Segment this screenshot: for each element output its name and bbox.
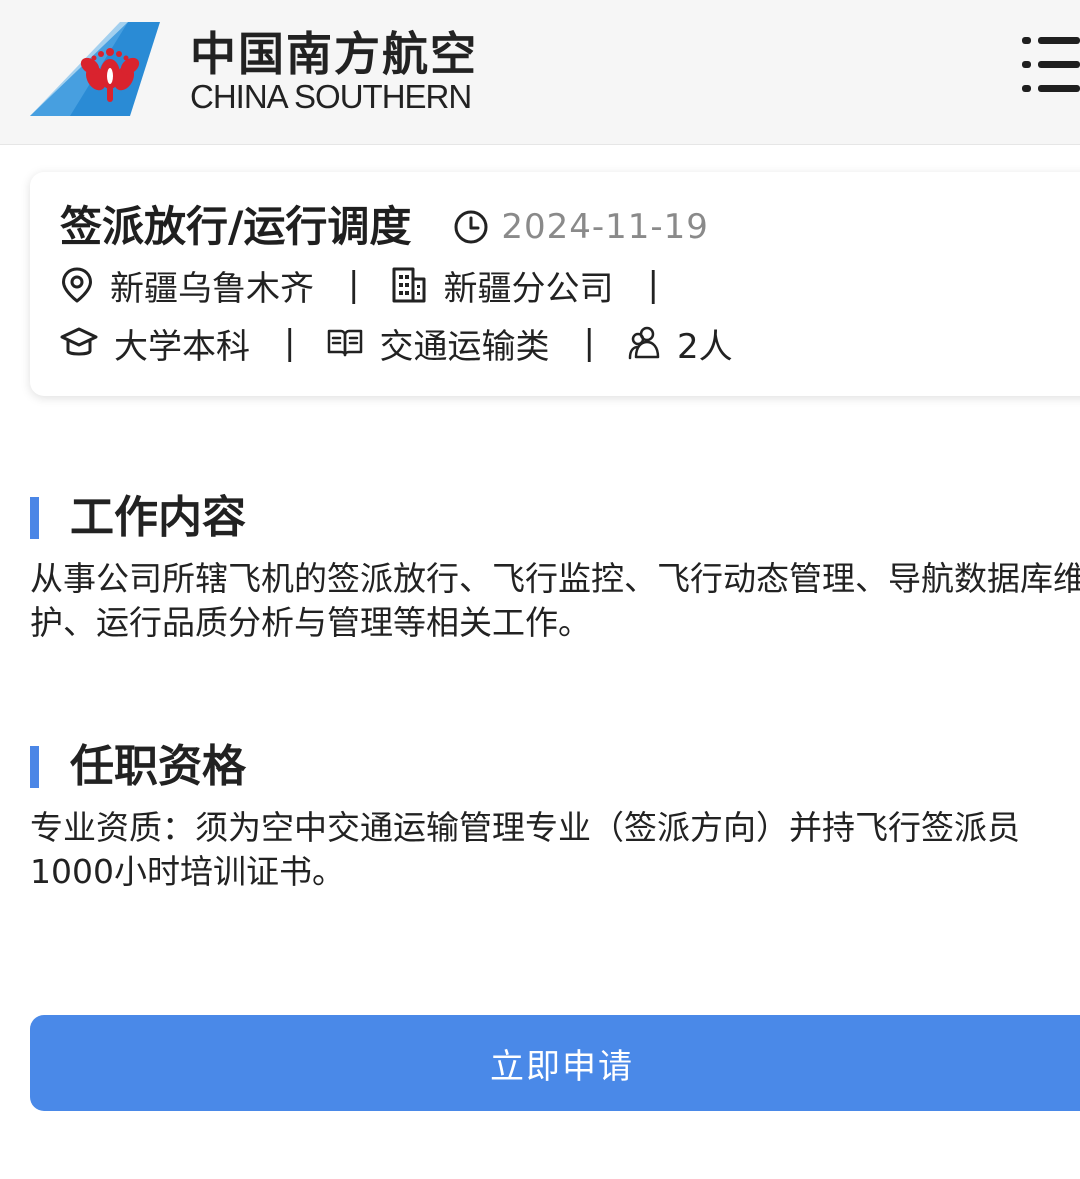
section-qualification-header: 任职资格	[30, 739, 246, 795]
job-company: 新疆分公司	[391, 261, 613, 310]
job-title-row: 签派放行/运行调度 2024-11-19	[60, 200, 709, 254]
post-date: 2024-11-19	[453, 207, 709, 247]
brand-name-english: CHINA SOUTHERN	[190, 78, 472, 115]
job-location: 新疆乌鲁木齐	[60, 261, 314, 310]
job-summary-card: 签派放行/运行调度 2024-11-19 新疆乌鲁木齐 | 新疆分公司 | 大学…	[30, 172, 1080, 396]
graduation-cap-icon	[60, 327, 98, 356]
job-title: 签派放行/运行调度	[60, 202, 412, 251]
book-icon	[328, 329, 363, 357]
job-location-row: 新疆乌鲁木齐 | 新疆分公司 |	[60, 261, 691, 310]
separator: |	[583, 323, 595, 363]
clock-icon	[454, 210, 488, 244]
job-company-text: 新疆分公司	[443, 268, 614, 309]
section-accent-bar	[30, 746, 39, 788]
kapok-flower-icon	[30, 22, 160, 116]
section-qualification-body: 专业资质：须为空中交通运输管理专业（签派方向）并持飞行签派员1000小时培训证书…	[30, 808, 1020, 891]
job-requirements-row: 大学本科 | 交通运输类 | 2人	[60, 319, 733, 368]
china-southern-logo[interactable]	[30, 22, 162, 118]
site-header: 中国南方航空 CHINA SOUTHERN	[0, 0, 1080, 145]
separator: |	[284, 323, 296, 363]
menu-button[interactable]	[1022, 34, 1080, 96]
post-date-text: 2024-11-19	[501, 207, 709, 247]
job-education-text: 大学本科	[114, 326, 250, 367]
apply-now-button[interactable]: 立即申请	[30, 1015, 1080, 1111]
job-headcount-text: 2人	[676, 326, 733, 367]
section-job-content-body: 从事公司所辖飞机的签派放行、飞行监控、飞行动态管理、导航数据库维护、运行品质分析…	[30, 559, 1080, 642]
job-major-text: 交通运输类	[379, 326, 550, 367]
people-icon	[628, 326, 660, 360]
section-accent-bar	[30, 497, 39, 539]
section-job-content-title: 工作内容	[70, 492, 246, 543]
brand-name-chinese: 中国南方航空	[190, 27, 478, 81]
location-pin-icon	[62, 267, 92, 303]
separator: |	[348, 265, 360, 305]
menu-icon	[1022, 37, 1080, 92]
job-education: 大学本科	[60, 319, 250, 368]
section-job-content-header: 工作内容	[30, 490, 246, 546]
separator: |	[647, 265, 659, 305]
job-location-text: 新疆乌鲁木齐	[110, 268, 314, 309]
section-qualification-title: 任职资格	[70, 741, 246, 792]
job-major: 交通运输类	[327, 319, 549, 368]
apply-now-label: 立即申请	[490, 1047, 634, 1087]
job-headcount: 2人	[627, 319, 733, 368]
building-icon	[392, 267, 426, 303]
